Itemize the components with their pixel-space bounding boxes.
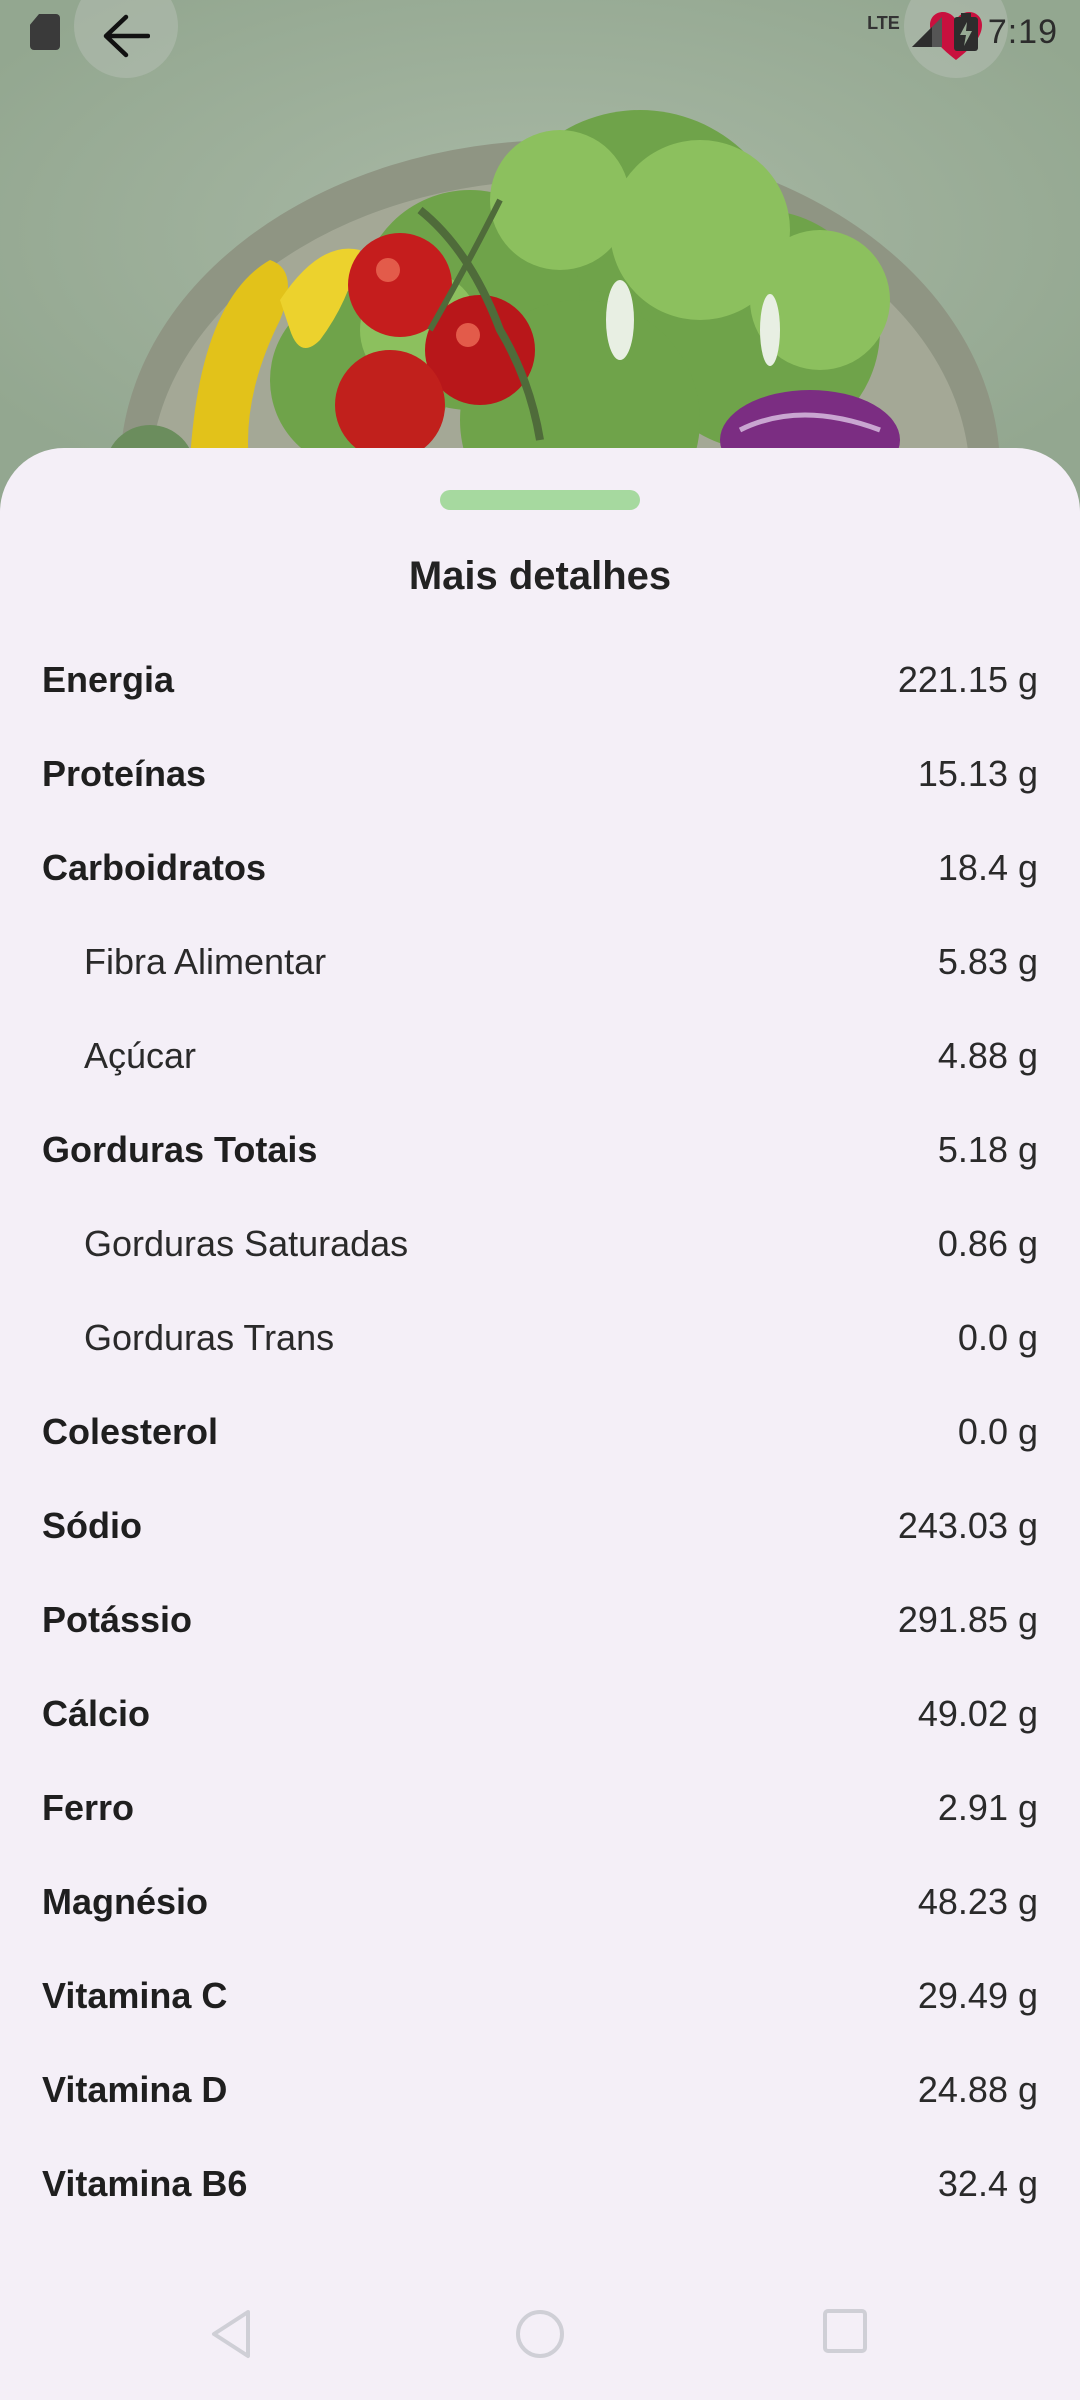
nutrient-value: 49.02 g <box>917 1693 1038 1734</box>
nutrient-label: Gorduras Trans <box>84 1317 335 1358</box>
nutrient-value: 0.0 g <box>957 1317 1038 1358</box>
nutrient-row: Fibra Alimentar 5.83 g <box>0 915 1080 1009</box>
nutrient-label: Vitamina C <box>42 1975 228 2016</box>
nutrient-value: 24.88 g <box>917 2069 1038 2110</box>
nutrient-value: 48.23 g <box>917 1881 1038 1922</box>
nutrient-row: Gorduras Totais 5.18 g <box>0 1103 1080 1197</box>
nutrient-value: 291.85 g <box>897 1599 1038 1640</box>
nutrient-row: Magnésio 48.23 g <box>0 1855 1080 1949</box>
battery-charging-icon <box>953 13 978 51</box>
nutrient-value: 0.86 g <box>937 1223 1038 1264</box>
nutrient-value: 0.0 g <box>957 1411 1038 1452</box>
status-bar: LTE 7:19 <box>0 0 1080 64</box>
nutrient-value: 29.49 g <box>917 1975 1038 2016</box>
nutrient-value: 5.83 g <box>937 941 1038 982</box>
nutrient-label: Carboidratos <box>42 847 267 888</box>
nutrient-row: Vitamina B6 32.4 g <box>0 2137 1080 2231</box>
nutrient-row: Gorduras Saturadas 0.86 g <box>0 1197 1080 1291</box>
nutrient-label: Energia <box>42 659 175 700</box>
nutrient-label: Ferro <box>42 1787 135 1828</box>
nutrient-label: Vitamina B6 <box>42 2163 248 2204</box>
nutrient-row: Colesterol 0.0 g <box>0 1385 1080 1479</box>
nutrient-label: Açúcar <box>84 1035 197 1076</box>
nutrient-label: Potássio <box>42 1599 193 1640</box>
network-type: LTE <box>867 12 900 33</box>
nav-back-icon[interactable] <box>208 2308 256 2360</box>
nutrient-value: 221.15 g <box>897 659 1038 700</box>
signal-icon <box>911 17 942 47</box>
nutrient-label: Colesterol <box>42 1411 219 1452</box>
nutrient-label: Sódio <box>42 1505 142 1546</box>
nutrient-value: 15.13 g <box>917 753 1038 794</box>
nutrient-row: Sódio 243.03 g <box>0 1479 1080 1573</box>
nutrient-row: Proteínas 15.13 g <box>0 727 1080 821</box>
nutrient-label: Proteínas <box>42 753 207 794</box>
salad-illustration <box>0 0 1080 520</box>
drag-handle[interactable] <box>440 490 640 510</box>
nutrient-row: Potássio 291.85 g <box>0 1573 1080 1667</box>
nutrient-value: 4.88 g <box>937 1035 1038 1076</box>
nutrient-value: 32.4 g <box>937 2163 1038 2204</box>
clock: 7:19 <box>987 12 1058 51</box>
food-image <box>0 0 1080 520</box>
nutrient-label: Fibra Alimentar <box>84 941 327 982</box>
nutrient-row: Cálcio 49.02 g <box>0 1667 1080 1761</box>
nutrient-row: Gorduras Trans 0.0 g <box>0 1291 1080 1385</box>
sd-card-icon <box>30 14 60 50</box>
nav-home-icon[interactable] <box>514 2308 566 2360</box>
nutrient-label: Gorduras Saturadas <box>84 1223 409 1264</box>
nutrient-row: Vitamina C 29.49 g <box>0 1949 1080 2043</box>
nutrient-value: 18.4 g <box>937 847 1038 888</box>
nutrient-label: Gorduras Totais <box>42 1129 318 1170</box>
nav-recents-icon[interactable] <box>822 2308 868 2354</box>
nutrient-row: Vitamina D 24.88 g <box>0 2043 1080 2137</box>
details-sheet: Mais detalhes Energia 221.15 g Proteínas 15… <box>0 448 1080 2400</box>
status-icons: LTE 7:19 <box>867 6 1058 58</box>
nutrient-label: Vitamina D <box>42 2069 228 2110</box>
system-nav-bar <box>0 2280 1080 2400</box>
nutrient-row: Energia 221.15 g <box>0 633 1080 727</box>
nutrient-row: Carboidratos 18.4 g <box>0 821 1080 915</box>
nutrient-label: Cálcio <box>42 1693 151 1734</box>
nutrient-value: 2.91 g <box>937 1787 1038 1828</box>
nutrient-value: 243.03 g <box>897 1505 1038 1546</box>
nutrient-row: Ferro 2.91 g <box>0 1761 1080 1855</box>
sheet-title: Mais detalhes <box>408 554 672 598</box>
nutrient-list: Energia 221.15 g Proteínas 15.13 g Carboidra… <box>0 633 1080 2231</box>
nutrient-value: 5.18 g <box>937 1129 1038 1170</box>
nutrient-row: Açúcar 4.88 g <box>0 1009 1080 1103</box>
nutrient-label: Magnésio <box>42 1881 209 1922</box>
